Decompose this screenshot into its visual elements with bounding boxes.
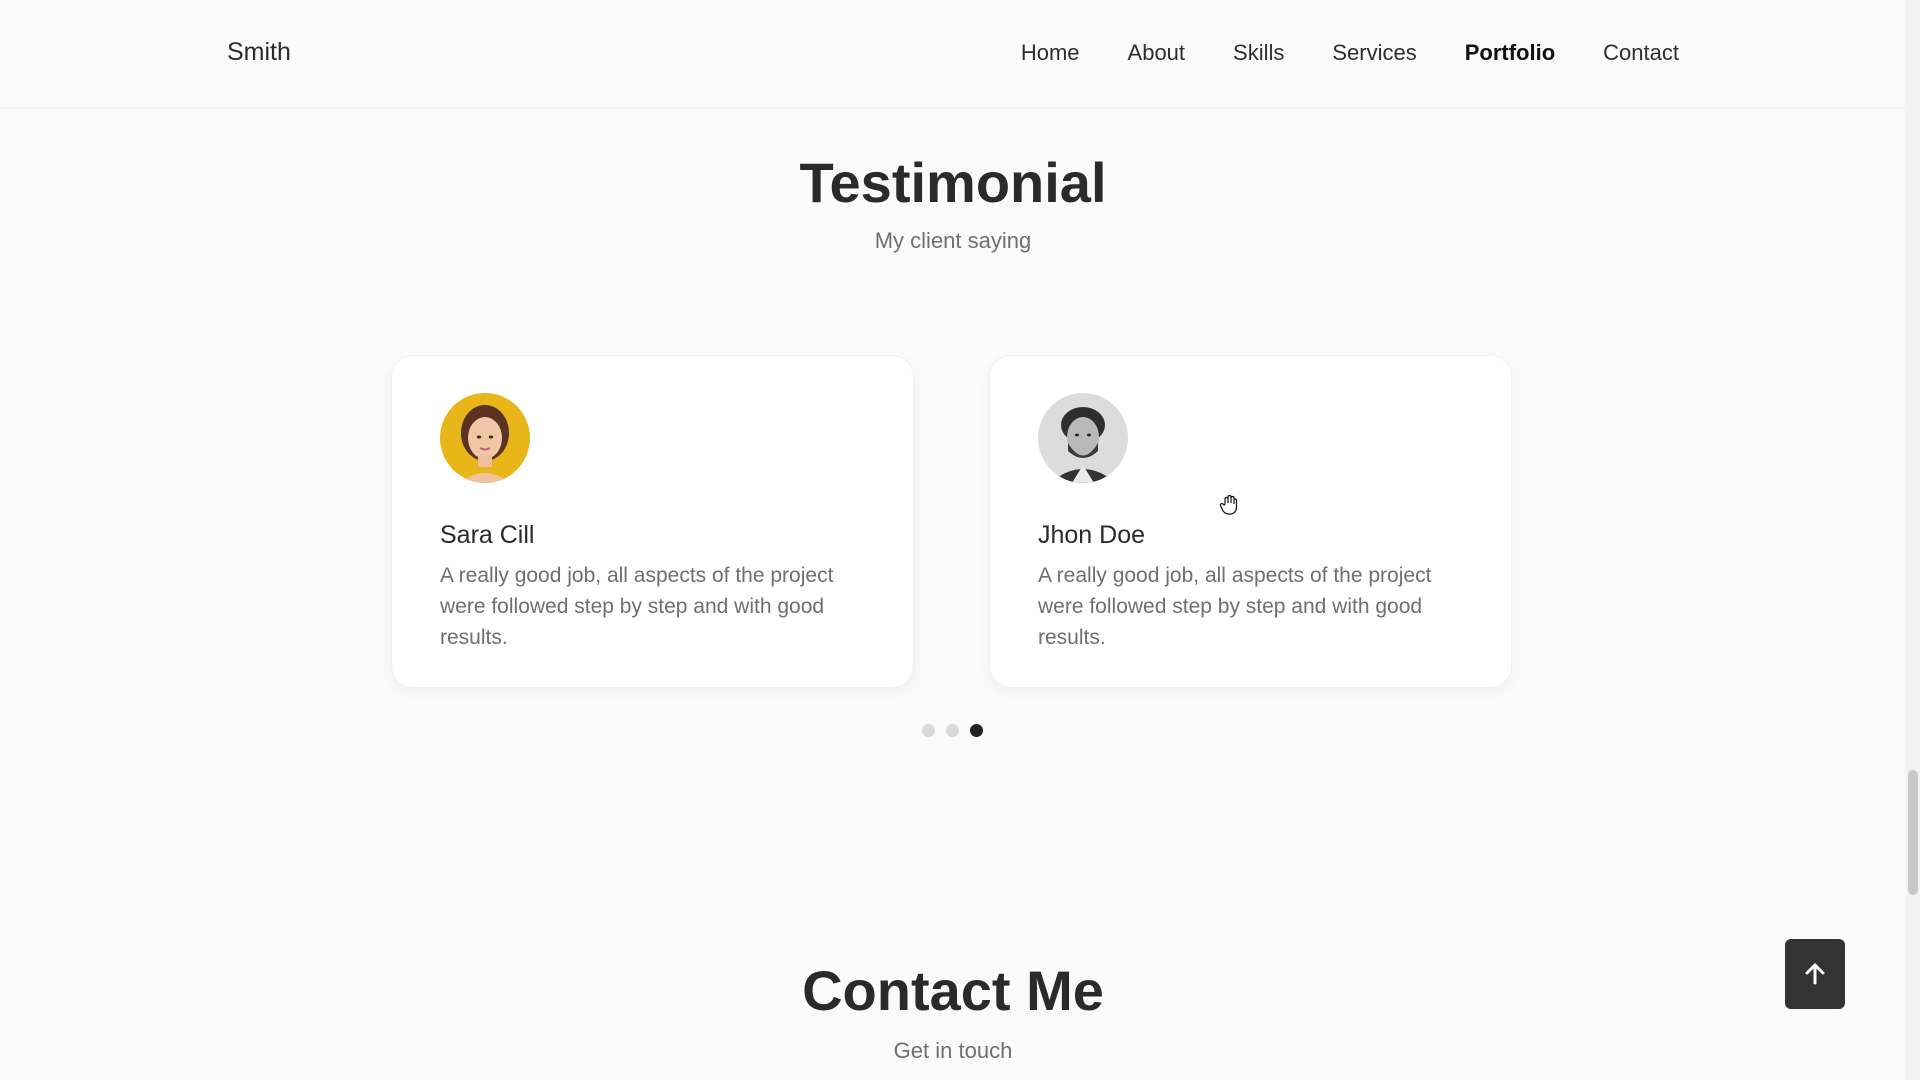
main-nav: Home About Skills Services Portfolio Con…: [1021, 40, 1679, 66]
scrollbar-track[interactable]: [1906, 0, 1920, 1080]
pagination-dot-3[interactable]: [970, 724, 983, 737]
nav-link-services[interactable]: Services: [1332, 40, 1416, 66]
testimonial-title: Testimonial: [799, 151, 1107, 214]
nav-link-home[interactable]: Home: [1021, 40, 1080, 66]
avatar: [1038, 393, 1128, 483]
client-photo-jhon: [1038, 393, 1128, 483]
scroll-to-top-button[interactable]: [1785, 939, 1845, 1009]
pagination-dot-2[interactable]: [946, 724, 959, 737]
nav-link-skills[interactable]: Skills: [1233, 40, 1284, 66]
pagination-dot-1[interactable]: [922, 724, 935, 737]
arrow-up-icon: [1805, 963, 1825, 985]
client-quote: A really good job, all aspects of the pr…: [1038, 564, 1432, 649]
contact-title: Contact Me: [802, 959, 1104, 1022]
client-quote: A really good job, all aspects of the pr…: [440, 564, 834, 649]
carousel-pagination: [922, 724, 983, 737]
client-name: Jhon Doe: [1038, 521, 1146, 549]
client-photo-sara: [440, 393, 530, 483]
nav-link-about[interactable]: About: [1128, 40, 1186, 66]
site-header: Smith Home About Skills Services Portfol…: [0, 0, 1906, 108]
testimonial-subtitle: My client saying: [874, 228, 1032, 253]
nav-link-contact[interactable]: Contact: [1603, 40, 1679, 66]
site-logo[interactable]: Smith: [227, 38, 291, 67]
page: Smith Home About Skills Services Portfol…: [0, 0, 1920, 1080]
testimonial-card: Jhon Doe A really good job, all aspects …: [989, 355, 1512, 688]
client-name: Sara Cill: [440, 521, 535, 549]
hand-cursor-icon: [1219, 494, 1238, 515]
nav-link-portfolio[interactable]: Portfolio: [1465, 40, 1555, 66]
contact-subtitle: Get in touch: [893, 1038, 1013, 1063]
scrollbar-thumb[interactable]: [1908, 770, 1918, 895]
testimonial-card: Sara Cill A really good job, all aspects…: [391, 355, 914, 688]
avatar: [440, 393, 530, 483]
